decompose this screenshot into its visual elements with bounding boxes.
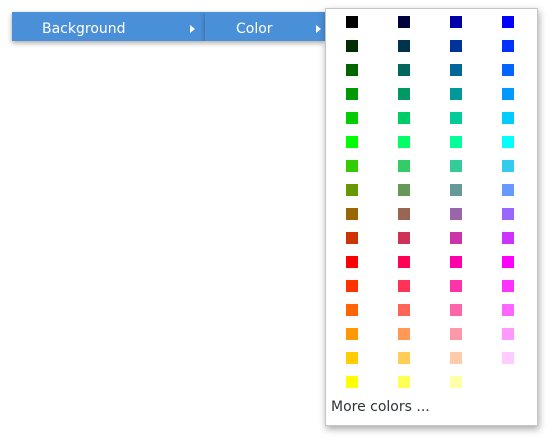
- color-swatch[interactable]: [398, 16, 410, 28]
- color-swatch[interactable]: [450, 280, 462, 292]
- color-swatch[interactable]: [346, 136, 358, 148]
- color-swatch[interactable]: [346, 88, 358, 100]
- color-swatch[interactable]: [502, 16, 514, 28]
- color-swatch[interactable]: [450, 40, 462, 52]
- color-swatch[interactable]: [450, 208, 462, 220]
- color-swatch[interactable]: [346, 232, 358, 244]
- color-swatch[interactable]: [502, 40, 514, 52]
- color-swatch[interactable]: [346, 256, 358, 268]
- color-swatch[interactable]: [502, 184, 514, 196]
- submenu-arrow-icon: [190, 25, 195, 33]
- submenu-arrow-icon: [316, 25, 321, 33]
- color-swatch[interactable]: [502, 112, 514, 124]
- color-swatch[interactable]: [398, 280, 410, 292]
- background-menu-label: Background: [42, 21, 126, 37]
- color-swatch[interactable]: [346, 376, 358, 388]
- color-swatch[interactable]: [502, 352, 514, 364]
- color-swatch[interactable]: [450, 256, 462, 268]
- color-swatch[interactable]: [346, 208, 358, 220]
- color-palette-popup: More colors ...: [325, 8, 538, 426]
- color-swatch[interactable]: [450, 328, 462, 340]
- color-swatch[interactable]: [398, 304, 410, 316]
- color-swatch[interactable]: [502, 256, 514, 268]
- color-swatch[interactable]: [398, 40, 410, 52]
- color-swatch[interactable]: [346, 160, 358, 172]
- color-swatch[interactable]: [450, 64, 462, 76]
- color-swatch[interactable]: [450, 16, 462, 28]
- color-swatch[interactable]: [346, 304, 358, 316]
- color-swatch[interactable]: [502, 328, 514, 340]
- background-menu-item[interactable]: Background: [12, 12, 205, 41]
- color-swatch[interactable]: [398, 208, 410, 220]
- color-swatch[interactable]: [398, 64, 410, 76]
- color-swatch[interactable]: [398, 184, 410, 196]
- color-menu-item[interactable]: Color: [205, 12, 325, 41]
- color-swatch[interactable]: [502, 136, 514, 148]
- color-swatch[interactable]: [502, 208, 514, 220]
- color-swatch[interactable]: [450, 232, 462, 244]
- color-swatch[interactable]: [398, 376, 410, 388]
- color-swatch[interactable]: [502, 88, 514, 100]
- color-swatch[interactable]: [398, 352, 410, 364]
- color-swatch[interactable]: [450, 112, 462, 124]
- empty-swatch-cell: [482, 370, 534, 394]
- color-swatch[interactable]: [346, 352, 358, 364]
- color-swatch[interactable]: [346, 112, 358, 124]
- color-swatch[interactable]: [346, 16, 358, 28]
- color-swatch[interactable]: [502, 304, 514, 316]
- color-swatch[interactable]: [450, 304, 462, 316]
- swatch-grid: [326, 9, 534, 394]
- color-swatch[interactable]: [450, 136, 462, 148]
- color-swatch[interactable]: [346, 184, 358, 196]
- color-swatch[interactable]: [398, 136, 410, 148]
- color-swatch[interactable]: [398, 328, 410, 340]
- color-swatch[interactable]: [450, 352, 462, 364]
- more-colors-button[interactable]: More colors ...: [331, 399, 430, 415]
- color-swatch[interactable]: [346, 328, 358, 340]
- color-swatch[interactable]: [450, 88, 462, 100]
- color-swatch[interactable]: [398, 160, 410, 172]
- color-swatch[interactable]: [346, 64, 358, 76]
- color-menu-label: Color: [236, 21, 273, 37]
- color-swatch[interactable]: [450, 160, 462, 172]
- color-swatch[interactable]: [398, 256, 410, 268]
- color-swatch[interactable]: [398, 112, 410, 124]
- color-swatch[interactable]: [502, 64, 514, 76]
- color-swatch[interactable]: [502, 280, 514, 292]
- color-swatch[interactable]: [398, 232, 410, 244]
- color-swatch[interactable]: [346, 280, 358, 292]
- color-swatch[interactable]: [346, 40, 358, 52]
- color-swatch[interactable]: [502, 160, 514, 172]
- color-swatch[interactable]: [502, 232, 514, 244]
- color-swatch[interactable]: [450, 184, 462, 196]
- color-swatch[interactable]: [398, 88, 410, 100]
- color-swatch[interactable]: [450, 376, 462, 388]
